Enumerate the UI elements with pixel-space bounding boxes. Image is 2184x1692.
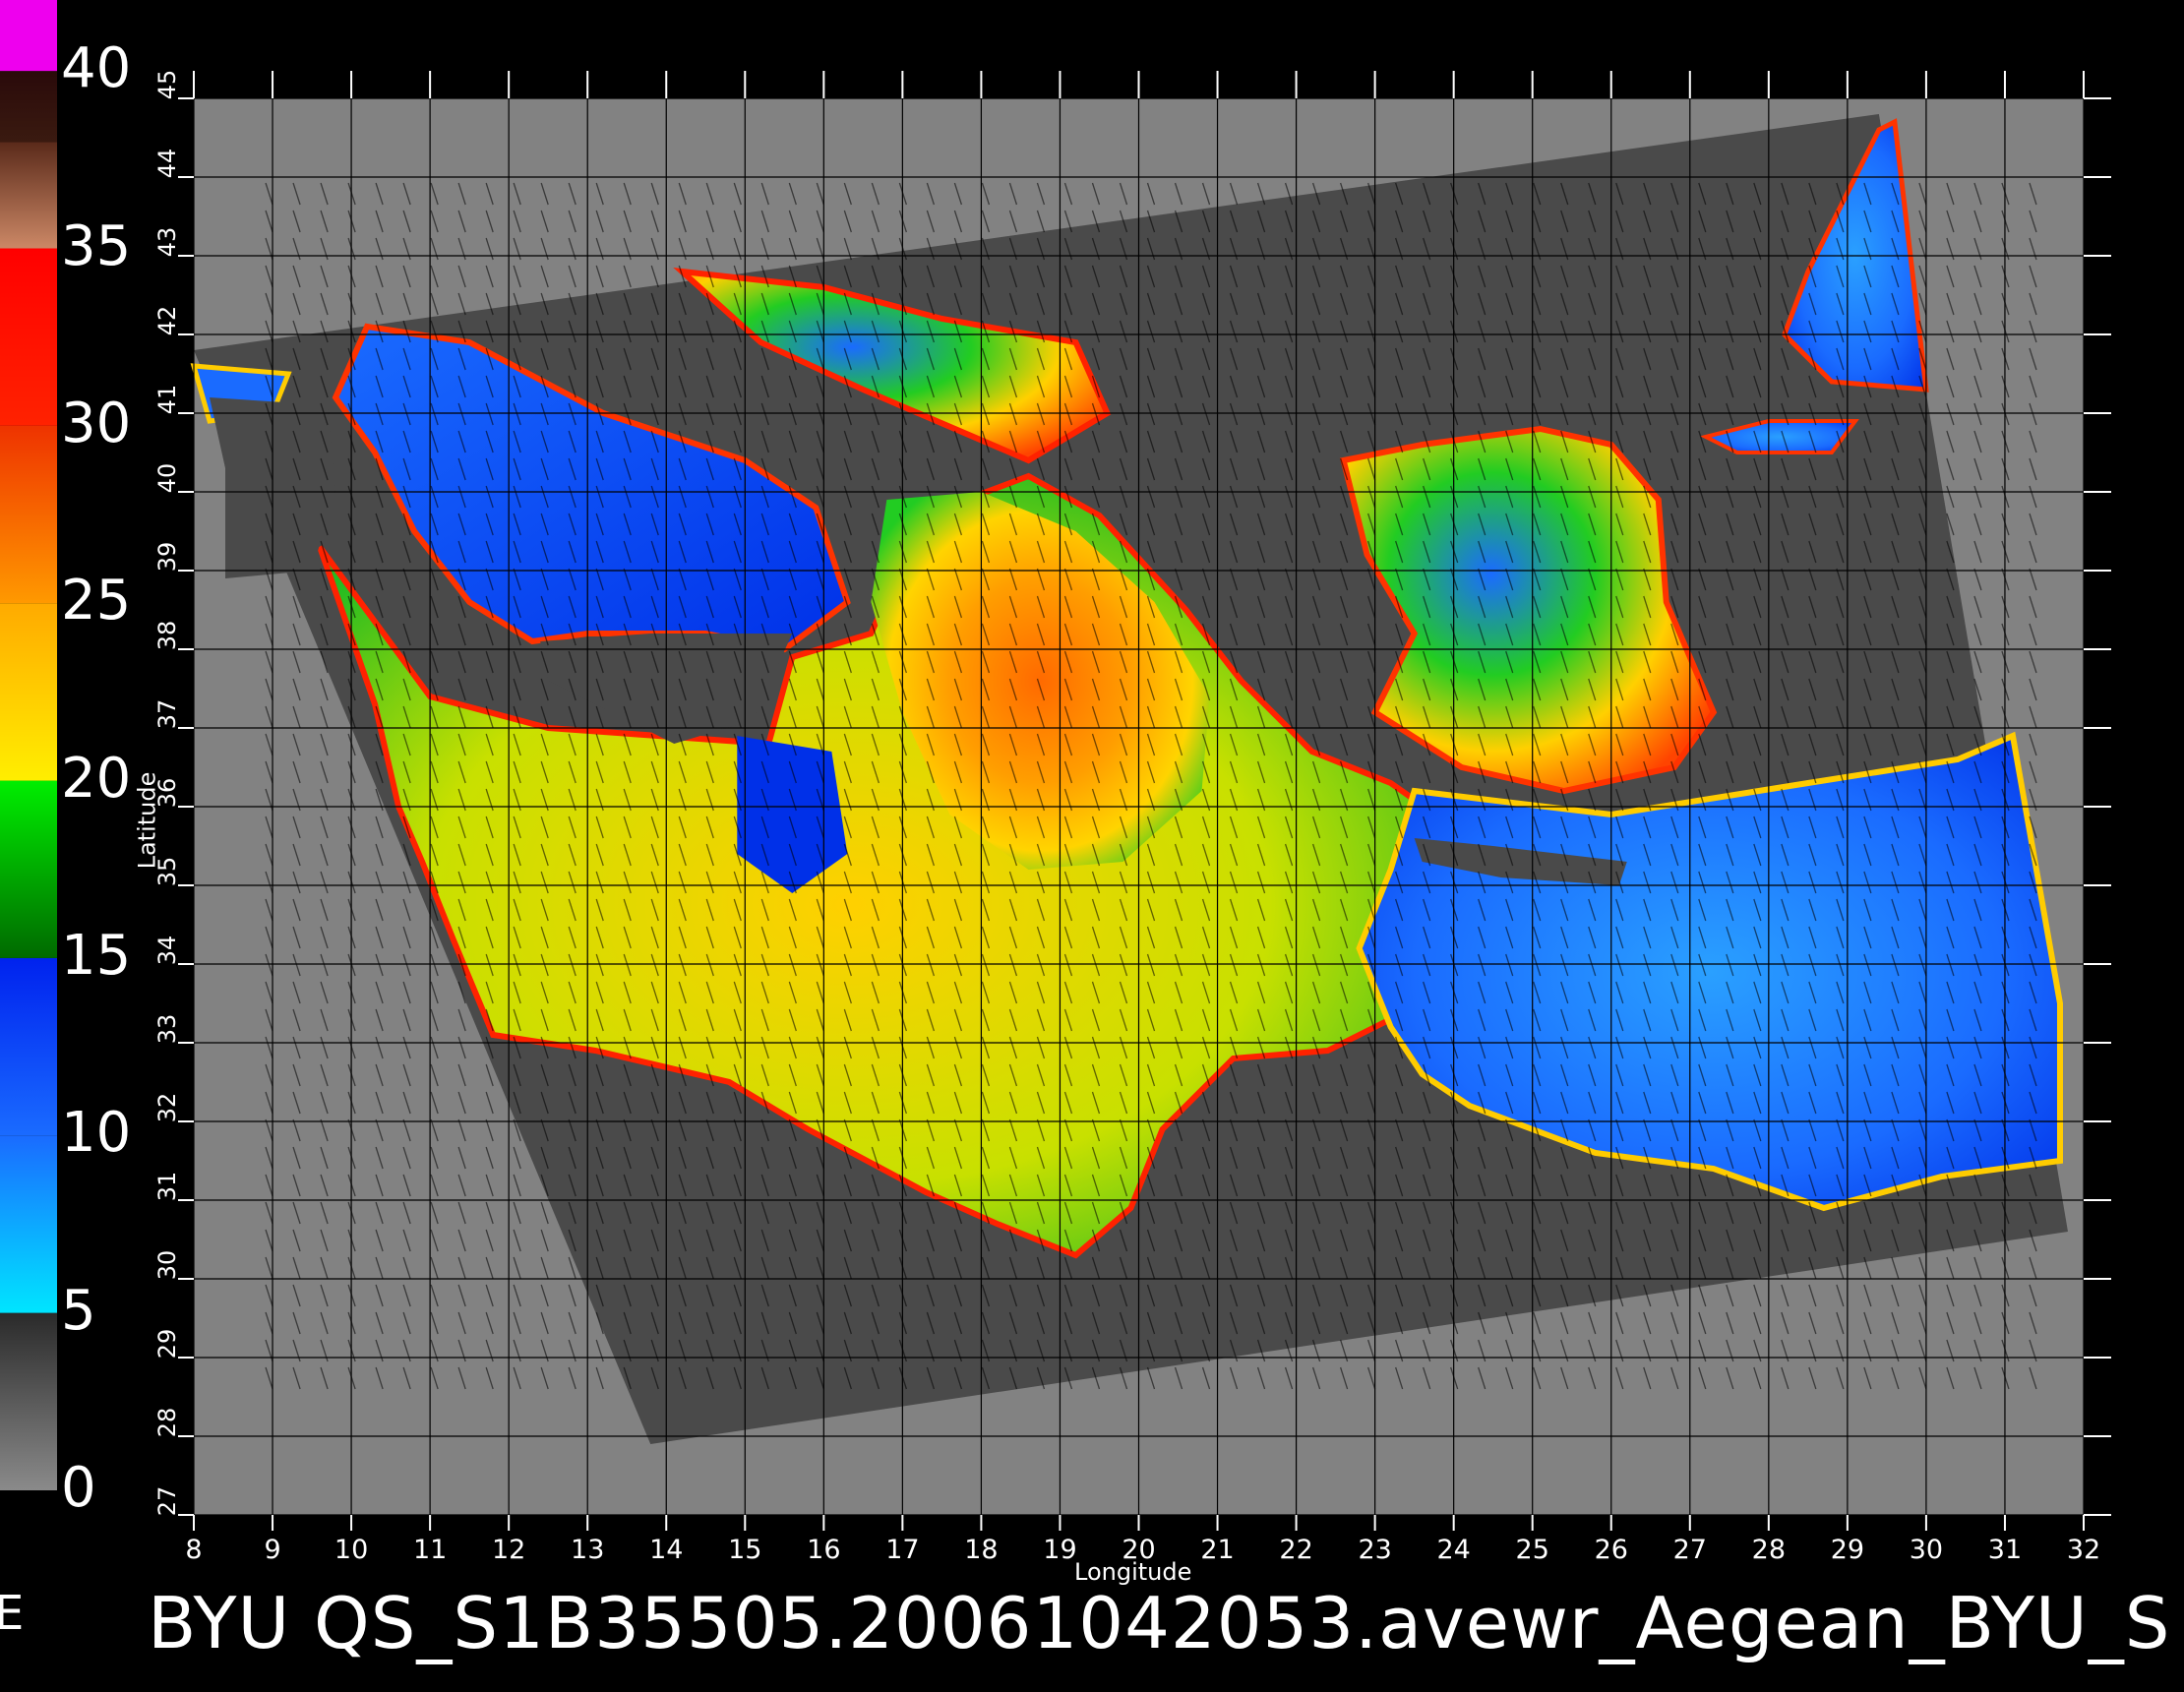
y-tick-label: 34 [153, 935, 181, 966]
y-tick-label: 38 [153, 620, 181, 651]
x-tick-label: 27 [1672, 1535, 1707, 1565]
x-tick-label: 31 [1987, 1535, 2023, 1565]
x-tick-label: 16 [807, 1535, 841, 1565]
x-tick-label: 30 [1909, 1535, 1944, 1565]
y-tick-label: 31 [153, 1171, 181, 1202]
y-axis-title: Latitude [133, 771, 161, 870]
x-tick-label: 13 [571, 1535, 605, 1565]
x-tick-label: 17 [885, 1535, 920, 1565]
map-plot [178, 71, 2111, 1531]
y-tick-label: 42 [153, 305, 181, 336]
y-tick-label: 33 [153, 1013, 181, 1045]
x-tick-label: 23 [1358, 1535, 1392, 1565]
x-tick-label: 18 [964, 1535, 999, 1565]
x-tick-label: 26 [1594, 1535, 1628, 1565]
y-tick-label: 45 [153, 69, 181, 100]
y-tick-label: 43 [153, 226, 181, 258]
x-tick-label: 25 [1515, 1535, 1549, 1565]
x-tick-label: 22 [1279, 1535, 1313, 1565]
y-tick-label: 37 [153, 698, 181, 730]
y-tick-label: 27 [153, 1485, 181, 1517]
wind-map-figure: 0 5 10 15 20 25 30 35 40 8 9 10 11 12 13… [0, 0, 2184, 1692]
footer-left-fragment: E [0, 1586, 25, 1641]
y-tick-label: 28 [153, 1407, 181, 1438]
x-tick-label: 28 [1751, 1535, 1787, 1565]
y-tick-label: 29 [153, 1328, 181, 1360]
x-tick-label: 11 [412, 1535, 448, 1565]
y-tick-label: 44 [153, 148, 181, 179]
footer-title: BYU QS_S1B35505.20061042053.avewr_Aegean… [148, 1582, 2171, 1664]
y-tick-label: 41 [153, 384, 181, 415]
y-tick-label: 39 [153, 541, 181, 573]
y-tick-label: 30 [153, 1249, 181, 1281]
x-tick-label: 24 [1436, 1535, 1471, 1565]
y-tick-label: 40 [153, 462, 181, 494]
x-tick-label: 19 [1043, 1535, 1077, 1565]
y-tick-label: 32 [153, 1092, 181, 1123]
x-tick-label: 8 [185, 1535, 203, 1565]
x-tick-label: 15 [728, 1535, 762, 1565]
x-tick-label: 12 [491, 1535, 526, 1565]
x-tick-label: 29 [1830, 1535, 1865, 1565]
x-tick-label: 21 [1200, 1535, 1235, 1565]
x-tick-label: 9 [264, 1535, 281, 1565]
x-tick-label: 10 [334, 1535, 369, 1565]
x-tick-label: 14 [649, 1535, 684, 1565]
x-tick-label: 32 [2066, 1535, 2101, 1565]
